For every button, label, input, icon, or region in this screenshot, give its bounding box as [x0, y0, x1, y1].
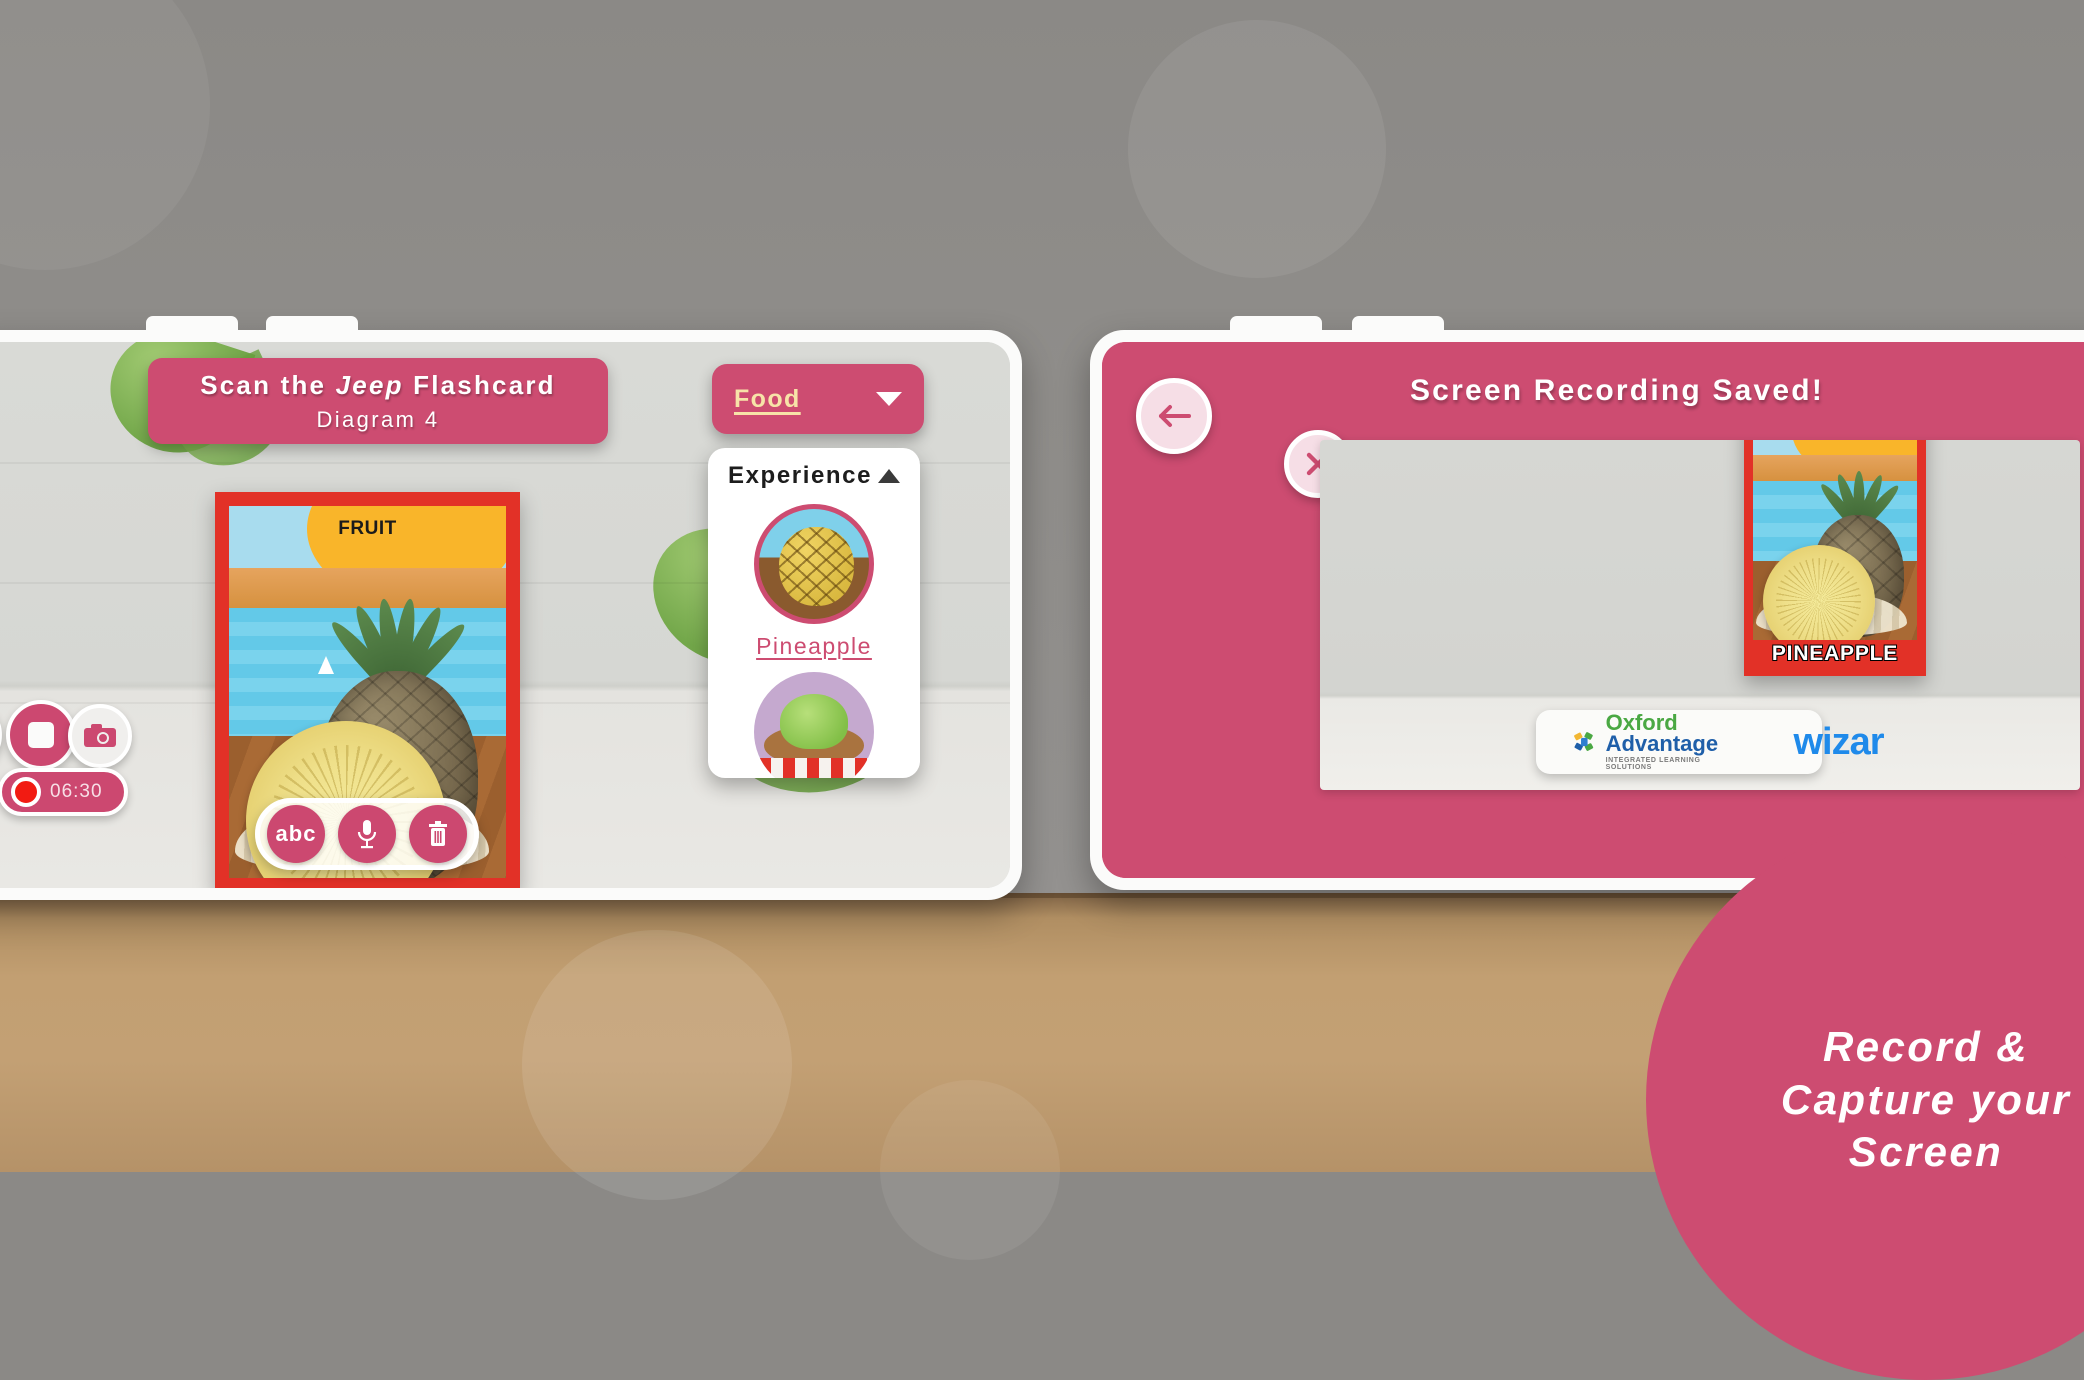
screenshot-button[interactable] — [68, 704, 132, 768]
category-dropdown-value: Food — [734, 384, 801, 413]
left-device-screen: Scan the Jeep Flashcard Diagram 4 D 06:3… — [0, 342, 1010, 888]
experience-panel: Experience Pineapple Cabbage — [708, 448, 920, 778]
abc-icon: abc — [275, 821, 317, 846]
ar-flashcard[interactable]: FRUIT abc — [215, 492, 520, 888]
oxford-tagline: INTEGRATED LEARNING SOLUTIONS — [1605, 757, 1701, 772]
oxford-advantage-logo: Oxford Advantage INTEGRATED LEARNING SOL… — [1572, 711, 1723, 772]
stop-recording-button[interactable] — [6, 700, 76, 770]
scan-instruction-line1: Scan the Jeep Flashcard — [200, 369, 556, 400]
abc-tool-button[interactable]: abc — [267, 805, 325, 863]
decor-blob — [1128, 20, 1386, 278]
arrow-left-icon — [1159, 405, 1191, 427]
chevron-down-icon — [876, 392, 902, 406]
experience-option-pineapple[interactable]: Pineapple — [708, 496, 920, 664]
saved-flashcard-artwork: FRUIT — [1753, 440, 1917, 640]
brand-footer: Oxford Advantage INTEGRATED LEARNING SOL… — [1536, 710, 1885, 774]
saved-title: Screen Recording Saved! — [1409, 374, 1825, 407]
oxford-logo-icon — [1574, 732, 1594, 751]
device-button-notch — [1352, 316, 1444, 332]
device-button-notch — [146, 316, 238, 332]
experience-option-cabbage[interactable]: Cabbage — [708, 664, 920, 778]
right-device-frame: Screen Recording Saved! FRUIT — [1090, 316, 2084, 890]
pineapple-thumb — [754, 504, 874, 624]
caption-text: Record & Capture your Screen — [1780, 1023, 2072, 1176]
back-button[interactable] — [1136, 378, 1212, 454]
recording-timer[interactable]: 06:30 — [0, 768, 128, 816]
flashcard-tool-bar: abc — [255, 798, 479, 870]
scan-instruction-banner: Scan the Jeep Flashcard Diagram 4 — [148, 358, 608, 444]
decor-blob — [880, 1080, 1060, 1260]
experience-panel-header[interactable]: Experience — [708, 448, 920, 496]
trash-icon — [429, 821, 447, 846]
saved-card-name: PINEAPPLE — [1771, 642, 1899, 665]
pineapple-leaves — [326, 514, 471, 700]
oxford-line2: Advantage — [1605, 730, 1719, 756]
delete-tool-button[interactable] — [409, 805, 467, 863]
stop-square-icon — [28, 722, 54, 748]
experience-panel-title: Experience — [728, 462, 873, 489]
category-dropdown[interactable]: Food — [712, 364, 924, 434]
camera-icon — [84, 724, 116, 747]
right-device-screen: Screen Recording Saved! FRUIT — [1102, 342, 2084, 878]
decor-blob — [522, 930, 792, 1200]
microphone-tool-button[interactable] — [338, 805, 396, 863]
cabbage-thumb — [754, 672, 874, 778]
chevron-up-icon[interactable] — [878, 469, 900, 483]
left-device-frame: Scan the Jeep Flashcard Diagram 4 D 06:3… — [0, 316, 1022, 900]
experience-option-label: Pineapple — [756, 633, 872, 659]
scan-instruction-line2: Diagram 4 — [316, 406, 440, 432]
record-dot-icon — [11, 777, 41, 807]
device-button-notch — [266, 316, 358, 332]
recording-time-value: 06:30 — [50, 781, 103, 802]
wizar-logo: wizar — [1793, 720, 1884, 763]
device-button-notch — [1230, 316, 1322, 332]
saved-flashcard: FRUIT PINEAPPLE — [1744, 440, 1926, 676]
microphone-icon — [357, 820, 377, 849]
